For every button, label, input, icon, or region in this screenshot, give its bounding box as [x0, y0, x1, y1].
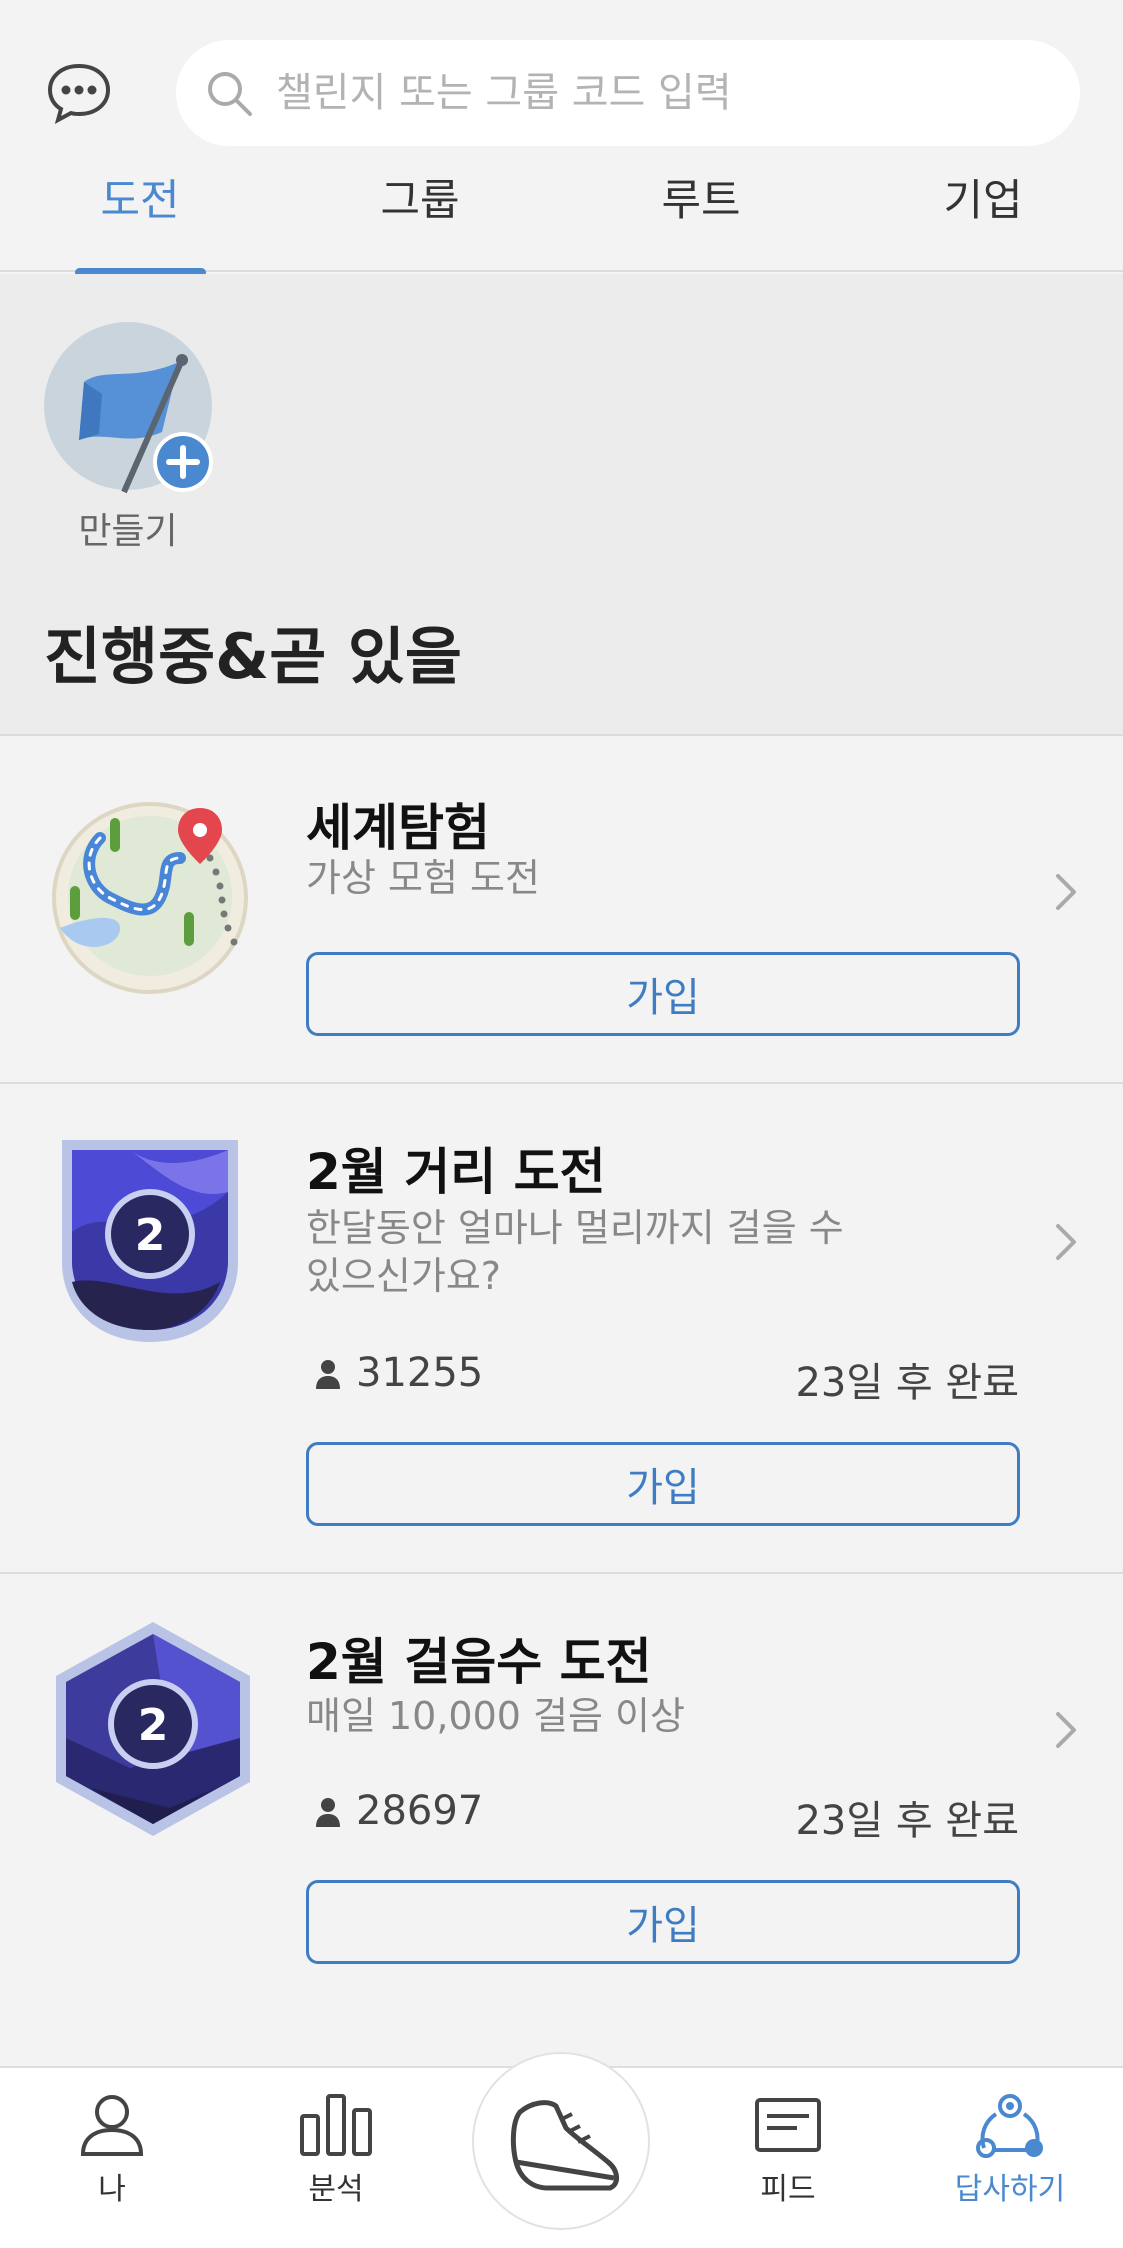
join-button[interactable]: 가입 [306, 952, 1020, 1036]
nav-label: 분석 [308, 2172, 364, 2207]
nav-feed[interactable]: 피드 [708, 2092, 868, 2208]
person-icon [80, 2095, 144, 2156]
explore-icon [976, 2094, 1043, 2158]
nav-analysis[interactable]: 분석 [256, 2092, 416, 2208]
steps-badge-icon: 2 [50, 1618, 256, 1844]
tab-group[interactable]: 그룹 [320, 162, 520, 272]
chat-icon[interactable] [46, 62, 112, 124]
search-bar[interactable] [176, 40, 1080, 146]
person-icon [316, 1798, 340, 1827]
challenge-card-world-explore[interactable]: 세계탐험 가상 모험 도전 가입 [0, 734, 1123, 1082]
tab-challenge[interactable]: 도전 [40, 162, 240, 272]
chevron-right-icon[interactable] [1052, 1710, 1080, 1750]
card-title: 2월 걸음수 도전 [306, 1633, 652, 1691]
create-challenge-button[interactable] [44, 322, 224, 502]
participant-number: 28697 [356, 1788, 484, 1834]
header: 도전 그룹 루트 기업 [0, 0, 1123, 277]
distance-badge-icon: 2 [50, 1132, 250, 1356]
join-button[interactable]: 가입 [306, 1880, 1020, 1964]
search-input[interactable] [276, 40, 1056, 146]
section-title: 진행중&곧 있을 [44, 620, 462, 693]
join-button[interactable]: 가입 [306, 1442, 1020, 1526]
bar-chart-icon [300, 2094, 372, 2156]
nav-explore[interactable]: 답사하기 [930, 2092, 1090, 2208]
remaining-days: 23일 후 완료 [795, 1798, 1019, 1844]
tab-company[interactable]: 기업 [883, 162, 1083, 272]
create-label: 만들기 [78, 511, 178, 552]
challenge-card-february-steps[interactable]: 2 2월 걸음수 도전 매일 10,000 걸음 이상 28697 23일 후 … [0, 1572, 1123, 2012]
world-map-icon [50, 788, 260, 1002]
chevron-right-icon[interactable] [1052, 1222, 1080, 1262]
participant-number: 31255 [356, 1350, 484, 1396]
participant-count: 28697 [314, 1788, 483, 1834]
create-section: 만들기 진행중&곧 있을 [0, 274, 1123, 734]
shoe-icon [510, 2100, 619, 2191]
nav-label: 피드 [760, 2172, 816, 2207]
challenge-card-february-distance[interactable]: 2 2월 거리 도전 한달동안 얼마나 멀리까지 걸을 수 있으신가요? 312… [0, 1082, 1123, 1572]
nav-label: 답사하기 [954, 2172, 1066, 2207]
badge-number: 2 [138, 1700, 169, 1751]
record-activity-button[interactable] [472, 2052, 650, 2230]
nav-label: 나 [98, 2172, 126, 2207]
search-icon [204, 68, 256, 120]
nav-me[interactable]: 나 [32, 2092, 192, 2208]
card-subtitle: 매일 10,000 걸음 이상 [306, 1694, 685, 1738]
person-icon [316, 1360, 340, 1389]
tab-route[interactable]: 루트 [601, 162, 801, 272]
card-title: 세계탐험 [306, 799, 490, 857]
news-icon [755, 2098, 821, 2152]
card-title: 2월 거리 도전 [306, 1143, 606, 1201]
card-subtitle: 한달동안 얼마나 멀리까지 걸을 수 있으신가요? [306, 1206, 844, 1298]
remaining-days: 23일 후 완료 [795, 1360, 1019, 1406]
card-subtitle: 가상 모험 도전 [306, 856, 540, 900]
tab-bar: 도전 그룹 루트 기업 [0, 162, 1123, 272]
participant-count: 31255 [314, 1350, 483, 1396]
badge-number: 2 [135, 1210, 166, 1261]
chevron-right-icon[interactable] [1052, 872, 1080, 912]
